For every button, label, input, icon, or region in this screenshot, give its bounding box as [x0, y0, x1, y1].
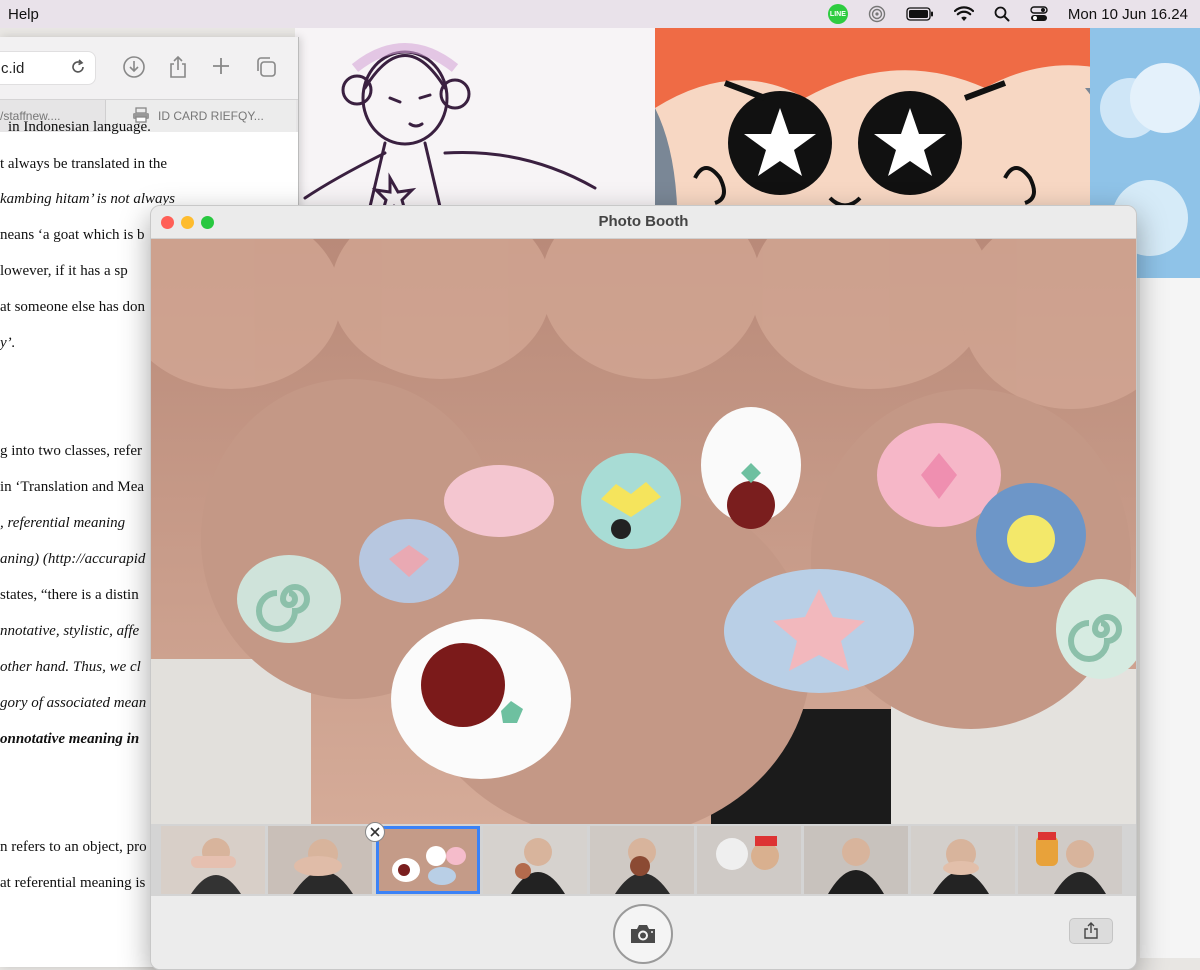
reload-icon[interactable]	[69, 58, 87, 80]
control-center-icon[interactable]	[1030, 6, 1048, 22]
menu-bar: Help LINE Mon 10 Jun 16.24	[0, 0, 1200, 28]
thumbnail[interactable]	[697, 826, 801, 894]
browser-toolbar: c.id	[0, 37, 298, 99]
menu-help[interactable]: Help	[8, 6, 39, 23]
thumbnail-selected[interactable]	[376, 826, 480, 894]
thumbnail[interactable]	[1018, 826, 1122, 894]
doc-line: n refers to an object, pro	[0, 839, 147, 855]
thumbnail[interactable]	[268, 826, 372, 894]
photo-booth-controls	[151, 896, 1136, 969]
delete-photo-icon[interactable]	[365, 822, 385, 842]
share-icon[interactable]	[167, 55, 189, 84]
share-button[interactable]	[1069, 918, 1113, 944]
thumbnail[interactable]	[483, 826, 587, 894]
wallpaper-paper	[1140, 278, 1200, 958]
search-icon[interactable]	[994, 6, 1010, 22]
doc-line: states, “there is a distin	[0, 587, 139, 603]
doc-line: onnotative meaning in	[0, 731, 140, 747]
battery-icon[interactable]	[906, 7, 934, 21]
take-photo-button[interactable]	[613, 904, 673, 964]
doc-line: other hand. Thus, we cl	[0, 659, 141, 675]
doc-line: at referential meaning is	[0, 875, 146, 891]
doc-line: kambing hitam’ is not always	[0, 191, 175, 207]
photo-booth-window: Photo Booth	[150, 205, 1137, 970]
new-tab-icon[interactable]	[210, 55, 232, 82]
thumbnail[interactable]	[804, 826, 908, 894]
thumbnail[interactable]	[590, 826, 694, 894]
doc-line: lowever, if it has a sp	[0, 263, 128, 279]
doc-line: g into two classes, refer	[0, 443, 143, 459]
share-icon	[1084, 922, 1098, 939]
nail-photo	[151, 239, 1136, 824]
wifi-icon[interactable]	[953, 6, 974, 22]
doc-line: at someone else has don	[0, 299, 145, 315]
airdrop-icon[interactable]	[868, 5, 886, 23]
address-bar[interactable]: c.id	[0, 51, 96, 85]
thumbnail[interactable]	[161, 826, 265, 894]
doc-line: y’.	[0, 335, 16, 351]
thumbnail-strip	[151, 822, 1136, 896]
doc-line: gory of associated mean	[0, 695, 147, 711]
thumbnail[interactable]	[911, 826, 1015, 894]
photo-booth-titlebar: Photo Booth	[151, 206, 1136, 239]
line-icon[interactable]: LINE	[827, 4, 848, 24]
tab-label: ID CARD RIEFQY...	[158, 109, 264, 123]
wallpaper-sketch	[295, 28, 655, 230]
photo-preview	[151, 239, 1136, 824]
doc-line: t always be translated in the	[0, 156, 168, 172]
tab-overview-icon[interactable]	[254, 55, 278, 84]
doc-line: in ‘Translation and Mea	[0, 479, 145, 495]
doc-line: in Indonesian language.	[8, 119, 151, 135]
doc-line: nnotative, stylistic, affe	[0, 623, 140, 639]
doc-line: , referential meaning	[0, 515, 126, 531]
camera-icon	[631, 925, 655, 943]
menu-clock[interactable]: Mon 10 Jun 16.24	[1068, 6, 1188, 23]
doc-line: neans ‘a goat which is b	[0, 227, 145, 243]
download-icon[interactable]	[122, 55, 146, 84]
doc-line: aning) (http://accurapid	[0, 551, 146, 567]
window-title: Photo Booth	[598, 213, 689, 230]
address-text: c.id	[1, 59, 25, 77]
